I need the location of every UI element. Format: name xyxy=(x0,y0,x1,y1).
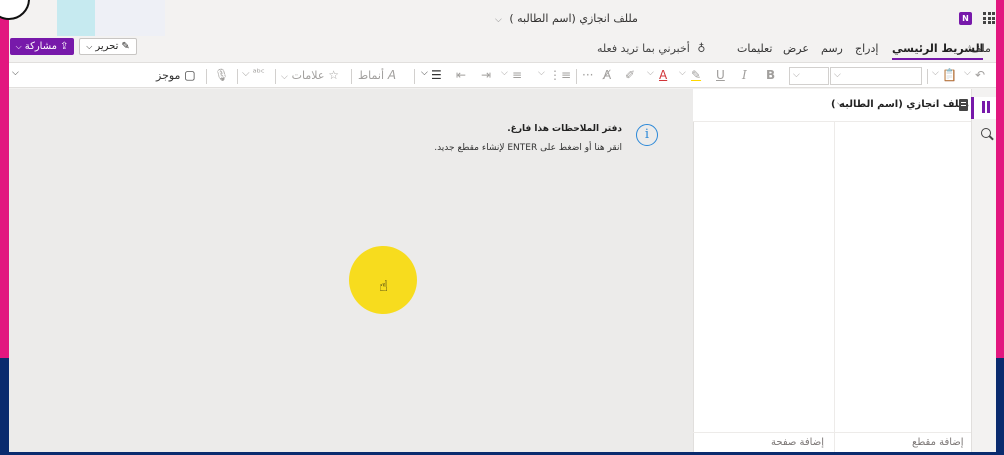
styles-icon: A xyxy=(387,68,397,82)
empty-notebook-title: دفتر الملاحظات هذا فارغ. xyxy=(507,124,622,134)
pages-pane[interactable] xyxy=(693,89,834,452)
italic-button[interactable]: I xyxy=(742,68,747,82)
tabs-row: ⌵ مشاركة ⇪ ⌵ تحرير ✎ أخبرني بما تريد فعل… xyxy=(9,36,996,60)
tell-me-text: أخبرني بما تريد فعله xyxy=(597,42,690,55)
separator xyxy=(206,69,207,84)
bullets-icon[interactable]: ⋮≡ xyxy=(549,68,571,82)
spelling-dropdown[interactable]: ⌵ ᵃᵇᶜ xyxy=(242,68,265,79)
font-name-dropdown[interactable]: ⌵ xyxy=(830,67,922,85)
tag-star-icon: ☆ xyxy=(328,68,339,82)
indent-decrease-icon[interactable]: ⇤ xyxy=(456,68,466,82)
title-band xyxy=(57,0,95,36)
undo-icon[interactable]: ↶ xyxy=(975,68,985,82)
tags-button[interactable]: ⌵ علامات ☆ xyxy=(281,68,339,82)
separator xyxy=(576,69,577,84)
sections-pane[interactable] xyxy=(834,89,971,452)
ribbon-collapse-icon[interactable]: ⌵ xyxy=(12,68,19,78)
empty-notebook-hint[interactable]: انقر هنا أو اضغط على ENTER لإنشاء مقطع ج… xyxy=(434,143,622,153)
font-size-dropdown[interactable]: ⌵ xyxy=(789,67,829,85)
tab-view[interactable]: عرض xyxy=(783,42,809,55)
separator xyxy=(237,69,238,84)
tell-me-search[interactable]: أخبرني بما تريد فعله ♁ xyxy=(597,42,705,55)
app-launcher-icon[interactable] xyxy=(983,12,995,24)
separator xyxy=(414,69,415,84)
chevron-down-icon: ⌵ xyxy=(281,72,288,82)
bold-button[interactable]: B xyxy=(766,68,775,82)
add-page-button[interactable]: إضافة صفحة xyxy=(771,437,824,448)
info-icon: i xyxy=(636,124,658,146)
highlight-icon[interactable]: ✎ xyxy=(691,68,701,82)
title-bar: ⌵ مللف انجازي (اسم الطالبه ) N xyxy=(9,0,996,36)
title-band-2 xyxy=(95,0,165,36)
chevron-down-icon: ⌵ xyxy=(15,41,22,51)
edit-label: تحرير xyxy=(95,41,119,52)
share-label: مشاركة xyxy=(24,41,57,52)
document-title-text: مللف انجازي (اسم الطالبه ) xyxy=(509,12,638,25)
pencil-icon: ✎ xyxy=(121,41,130,52)
indent-increase-icon[interactable]: ⇥ xyxy=(481,68,491,82)
numbering-icon[interactable]: ≡ xyxy=(512,68,522,82)
divider xyxy=(693,432,971,433)
summary-button[interactable]: موجز ▢ xyxy=(156,68,196,82)
notebooks-icon xyxy=(982,101,994,113)
sticky-note-icon: ▢ xyxy=(184,68,196,82)
add-section-button[interactable]: إضافة مقطع xyxy=(912,437,964,448)
paste-dropdown[interactable]: ⌵ xyxy=(932,68,939,78)
notebook-name: مللف انجازي (اسم الطالبه ) xyxy=(831,99,970,110)
separator xyxy=(275,69,276,84)
tab-insert[interactable]: إدراج xyxy=(855,42,878,55)
font-color-dropdown[interactable]: ⌵ xyxy=(647,68,654,78)
notebook-header[interactable]: ⌵ مللف انجازي (اسم الطالبه ) xyxy=(693,89,971,122)
hand-cursor-icon: ☝ xyxy=(379,277,389,295)
clear-formatting-icon[interactable]: A̸ xyxy=(603,68,611,82)
bullets-dropdown[interactable]: ⌵ xyxy=(538,68,545,78)
chevron-down-icon: ⌵ xyxy=(86,41,93,51)
paste-icon[interactable]: 📋 xyxy=(942,68,957,82)
search-icon[interactable] xyxy=(981,128,991,138)
chevron-down-icon: ⌵ xyxy=(495,15,502,25)
share-button[interactable]: ⌵ مشاركة ⇪ xyxy=(10,38,74,55)
separator xyxy=(927,69,928,84)
chevron-down-icon: ⌵ xyxy=(793,70,800,80)
nav-strip xyxy=(971,89,996,452)
underline-button[interactable]: U xyxy=(716,68,725,82)
lightbulb-icon: ♁ xyxy=(697,42,706,55)
font-color-icon[interactable]: A xyxy=(659,68,667,82)
dictate-icon[interactable]: 🎙 xyxy=(214,68,229,82)
edit-button[interactable]: ⌵ تحرير ✎ xyxy=(79,38,137,55)
align-right-icon[interactable]: ☰ xyxy=(431,68,442,82)
notebook-icon xyxy=(959,99,968,111)
align-dropdown[interactable]: ⌵ xyxy=(421,68,428,78)
numbering-dropdown[interactable]: ⌵ xyxy=(501,68,508,78)
tab-draw[interactable]: رسم xyxy=(821,42,843,55)
separator xyxy=(351,69,352,84)
share-icon: ⇪ xyxy=(59,41,69,52)
onenote-logo-icon: N xyxy=(959,12,972,25)
more-options-button[interactable]: ··· xyxy=(582,68,593,82)
tab-help[interactable]: تعليمات xyxy=(737,42,772,55)
onenote-window: ⌵ مللف انجازي (اسم الطالبه ) N ⌵ مشاركة … xyxy=(9,0,996,452)
document-title[interactable]: ⌵ مللف انجازي (اسم الطالبه ) xyxy=(495,12,638,25)
ribbon-toolbar: ⌵ موجز ▢ 🎙 ⌵ ᵃᵇᶜ ⌵ علامات ☆ أنماط A ⌵ ☰ … xyxy=(9,62,996,88)
chevron-down-icon: ⌵ xyxy=(834,70,841,80)
undo-dropdown[interactable]: ⌵ xyxy=(964,68,971,78)
format-painter-icon[interactable]: ✐ xyxy=(625,68,635,82)
styles-button[interactable]: أنماط A xyxy=(358,68,396,82)
highlight-dropdown[interactable]: ⌵ xyxy=(679,68,686,78)
tab-file[interactable]: ملف xyxy=(970,42,991,55)
